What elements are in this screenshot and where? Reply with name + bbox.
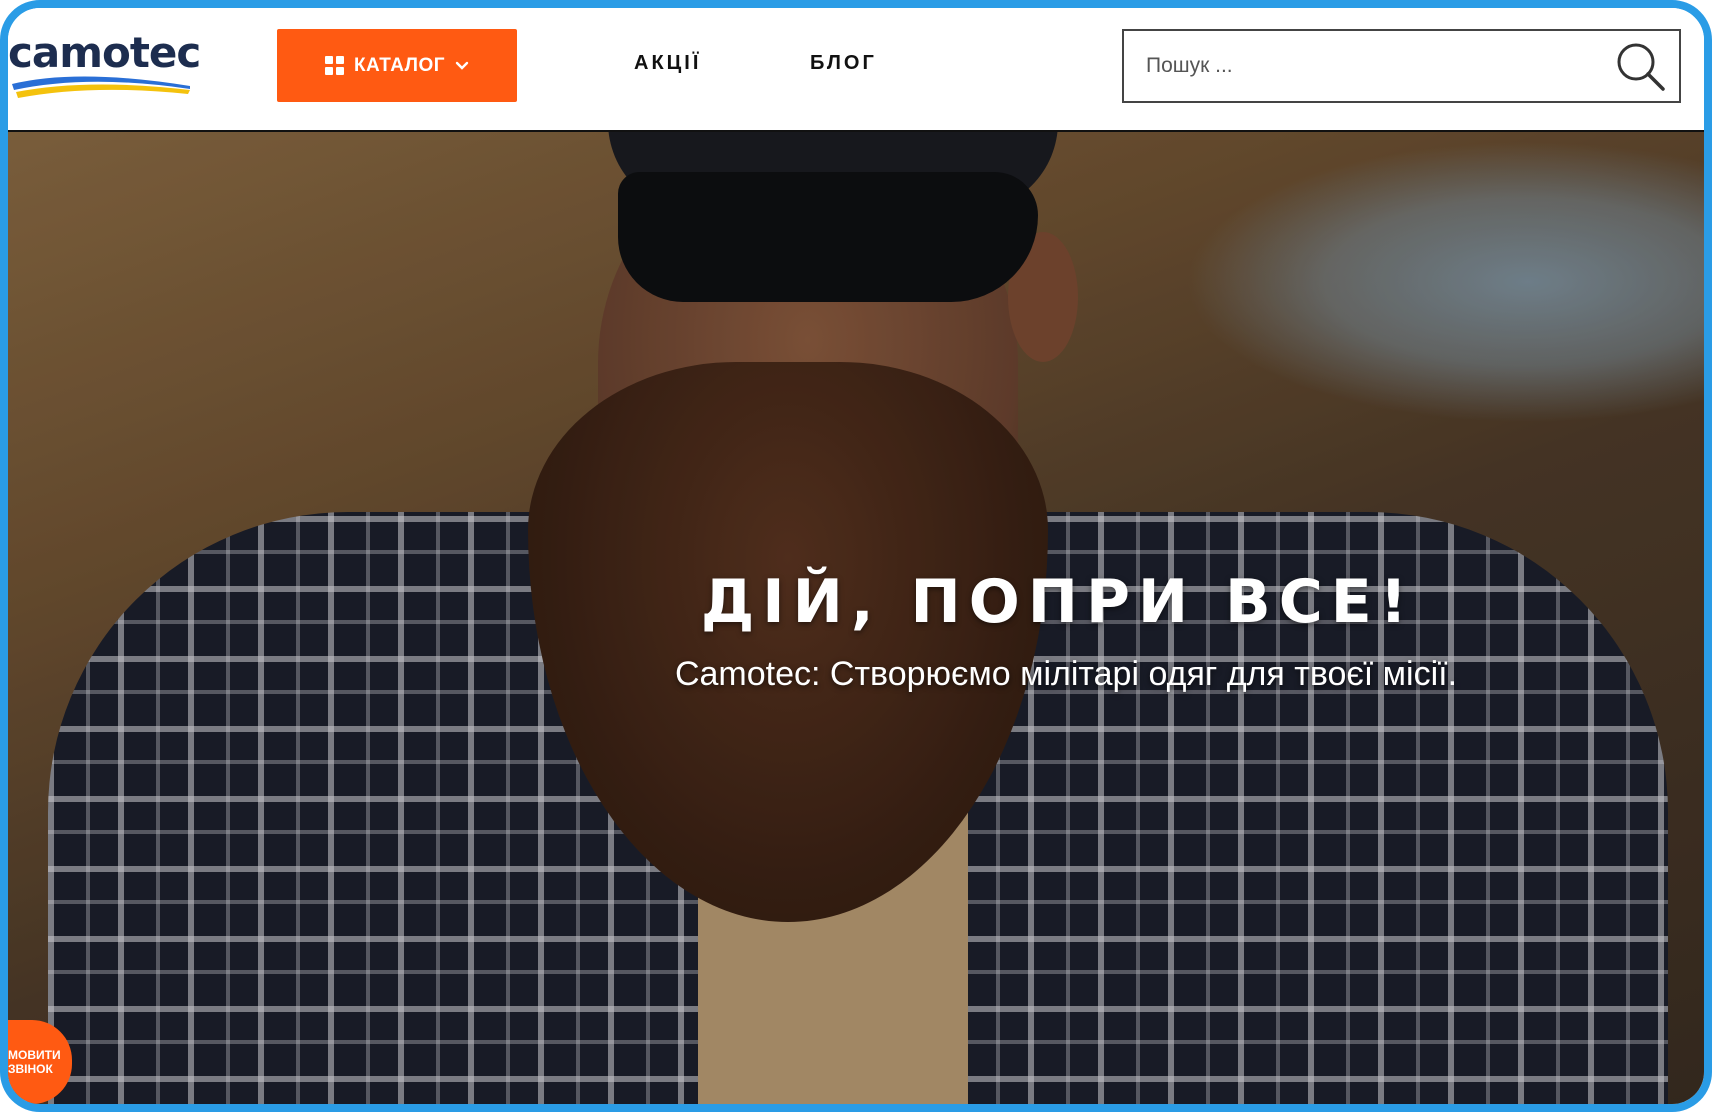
catalog-button[interactable]: КАТАЛОГ bbox=[277, 29, 517, 102]
callback-label-line2: звінок bbox=[8, 1062, 53, 1076]
logo-swoosh-icon bbox=[12, 76, 190, 98]
site-header: camotec КАТАЛОГ АКЦІЇ БЛОГ bbox=[8, 8, 1704, 132]
hero-title: ДІЙ, ПОПРИ ВСЕ! bbox=[700, 567, 1416, 637]
hero-banner: ДІЙ, ПОПРИ ВСЕ! Camotec: Створюємо міліт… bbox=[8, 132, 1704, 1104]
grid-icon bbox=[324, 56, 344, 75]
camotec-logo[interactable]: camotec bbox=[8, 28, 201, 108]
search-input[interactable] bbox=[1124, 31, 1604, 101]
catalog-label: КАТАЛОГ bbox=[353, 54, 446, 76]
nav-link-promotions[interactable]: АКЦІЇ bbox=[634, 52, 701, 75]
browser-frame: camotec КАТАЛОГ АКЦІЇ БЛОГ Пошук ... ДІЙ… bbox=[0, 0, 1712, 1112]
search-icon[interactable] bbox=[1615, 41, 1667, 93]
search-box bbox=[1122, 29, 1681, 103]
chevron-down-icon bbox=[455, 61, 469, 70]
nav-link-blog[interactable]: БЛОГ bbox=[810, 52, 877, 75]
callback-label-line1: мовити bbox=[8, 1048, 61, 1062]
hero-subtitle: Camotec: Створюємо мілітарі одяг для тво… bbox=[674, 655, 1458, 693]
